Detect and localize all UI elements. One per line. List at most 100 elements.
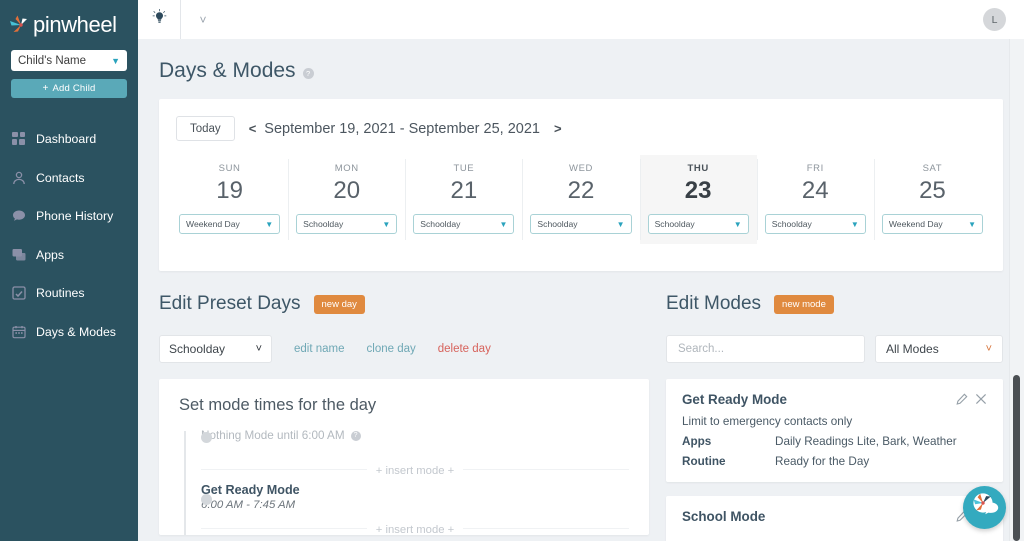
mode-card-header: Get Ready Mode (682, 392, 987, 410)
day-column: SAT 25 Weekend Day ▼ (873, 155, 991, 244)
day-number: 21 (450, 177, 478, 204)
day-number: 25 (919, 177, 946, 204)
add-child-button[interactable]: + Add Child (11, 79, 127, 98)
main-content: ˅ L Days & Modes ? Today < September 19,… (138, 0, 1024, 541)
chevron-down-icon: ▼ (499, 219, 508, 229)
sidebar-item-label: Days & Modes (36, 324, 116, 339)
sidebar-item-contacts[interactable]: Contacts (0, 159, 138, 198)
calendar-icon (11, 324, 27, 340)
day-of-week: TUE (453, 163, 475, 174)
chevron-down-icon: ▼ (968, 219, 976, 229)
add-child-label: Add Child (52, 83, 96, 94)
day-preset-value: Schoolday (537, 219, 578, 229)
pencil-icon[interactable] (956, 392, 968, 410)
avatar-initial: L (991, 13, 998, 26)
prev-week-button[interactable]: < (243, 121, 263, 136)
delete-day-link[interactable]: delete day (438, 343, 491, 355)
child-selector-label: Child's Name (18, 54, 87, 67)
day-of-week: SAT (922, 163, 943, 174)
page-title: Days & Modes (159, 59, 296, 82)
sidebar-item-label: Contacts (36, 170, 85, 185)
mode-card-row-key: Routine (682, 455, 726, 468)
help-icon[interactable]: ? (302, 67, 314, 79)
clone-day-link[interactable]: clone day (367, 343, 416, 355)
insert-mode-button[interactable]: + insert mode + (201, 461, 629, 477)
insert-mode-label: + insert mode + (366, 465, 464, 477)
modes-column: Edit Modes new mode Search... All Modes … (666, 293, 1003, 541)
brand-name: pinwheel (33, 11, 117, 37)
day-preset-select[interactable]: Schoolday ▼ (413, 214, 515, 234)
app-root: pinwheel Child's Name ▼ + Add Child Dash… (0, 0, 1024, 541)
day-of-week: THU (687, 163, 709, 174)
support-chat-button[interactable] (963, 486, 1006, 529)
mode-card-row-value: Daily Readings Lite, Bark, Weather (775, 435, 957, 448)
day-of-week: FRI (806, 163, 824, 174)
day-preset-select[interactable]: Schoolday ▼ (764, 214, 866, 234)
day-preset-select[interactable]: Schoolday ▼ (530, 214, 632, 234)
nothing-mode-label: Nothing Mode until 6:00 AM (201, 429, 345, 442)
help-icon[interactable]: ? (350, 430, 361, 441)
timeline-row-get-ready-mode[interactable]: Get Ready Mode 6:00 AM - 7:45 AM (201, 483, 629, 511)
day-preset-value: Weekend Day (186, 219, 240, 229)
sidebar: pinwheel Child's Name ▼ + Add Child Dash… (0, 0, 138, 541)
sidebar-item-dashboard[interactable]: Dashboard (0, 120, 138, 159)
date-range-label: September 19, 2021 - September 25, 2021 (264, 120, 540, 137)
modes-filter-value: All Modes (886, 342, 939, 356)
day-preset-select[interactable]: Schoolday ▼ (296, 214, 398, 234)
preset-days-controls: Schoolday ˅ edit name clone day delete d… (159, 335, 649, 363)
new-mode-button[interactable]: new mode (774, 294, 834, 314)
sidebar-item-days-and-modes[interactable]: Days & Modes (0, 313, 138, 352)
sidebar-item-apps[interactable]: Apps (0, 236, 138, 275)
mode-card-title: Get Ready Mode (682, 392, 787, 407)
pinwheel-logo-icon (8, 12, 34, 38)
preset-days-header: Edit Preset Days new day (159, 293, 649, 315)
page-title-row: Days & Modes ? (138, 39, 1024, 83)
avatar[interactable]: L (983, 8, 1006, 31)
insert-mode-button[interactable]: + insert mode + (201, 520, 629, 535)
week-calendar-card: Today < September 19, 2021 - September 2… (159, 99, 1003, 271)
chevron-down-icon: ▼ (733, 219, 742, 229)
day-preset-select[interactable]: Schoolday ▼ (647, 214, 749, 234)
modes-search-input[interactable]: Search... (666, 335, 865, 363)
day-preset-value: Schoolday (771, 219, 812, 229)
day-number: 19 (216, 177, 243, 204)
sidebar-item-phone-history[interactable]: Phone History (0, 197, 138, 236)
day-of-week: SUN (218, 163, 241, 174)
edit-name-link[interactable]: edit name (294, 343, 345, 355)
timeline-mode-time: 6:00 AM - 7:45 AM (201, 499, 296, 511)
lightbulb-button[interactable] (138, 8, 180, 31)
brand-logo[interactable]: pinwheel (0, 0, 138, 40)
new-day-button[interactable]: new day (313, 294, 365, 314)
chat-bubble-icon (11, 208, 27, 224)
sidebar-item-routines[interactable]: Routines (0, 274, 138, 313)
day-preset-value: Weekend Day (888, 219, 943, 229)
timeline-mode-name: Get Ready Mode (201, 483, 300, 497)
chevron-down-icon: ▼ (111, 55, 120, 66)
day-number: 22 (567, 177, 595, 204)
preset-day-select[interactable]: Schoolday ˅ (159, 335, 272, 363)
day-column: MON 20 Schoolday ▼ (288, 155, 405, 244)
mode-card-title: School Mode (682, 509, 766, 524)
day-column: TUE 21 Schoolday ▼ (405, 155, 522, 244)
mode-card-get-ready: Get Ready Mode Limit to emergency contac… (666, 379, 1003, 482)
pinwheel-chat-icon (970, 490, 1000, 525)
lightbulb-icon (151, 8, 168, 31)
day-of-week: WED (569, 163, 593, 174)
today-button[interactable]: Today (176, 116, 235, 141)
mode-card-row: Routine Ready for the Day (682, 455, 987, 468)
timeline-dot (201, 432, 212, 443)
child-selector[interactable]: Child's Name ▼ (11, 50, 127, 71)
modes-filter-select[interactable]: All Modes ˅ (875, 335, 1003, 363)
close-icon[interactable] (975, 392, 987, 410)
day-preset-select[interactable]: Weekend Day ▼ (179, 214, 281, 234)
chevron-down-icon: ▼ (850, 219, 859, 229)
topbar-menu-button[interactable]: ˅ (181, 13, 225, 27)
sidebar-nav: Dashboard Contacts Phone History Apps Ro… (0, 120, 138, 351)
dashboard-icon (11, 131, 27, 147)
day-preset-select[interactable]: Weekend Day ▼ (881, 214, 983, 234)
chevron-down-icon: ˅ (255, 343, 262, 355)
content-columns: Edit Preset Days new day Schoolday ˅ edi… (138, 293, 1024, 541)
mode-card-row-value: Ready for the Day (775, 455, 870, 468)
next-week-button[interactable]: > (548, 121, 568, 136)
scrollbar-thumb[interactable] (1013, 375, 1020, 541)
